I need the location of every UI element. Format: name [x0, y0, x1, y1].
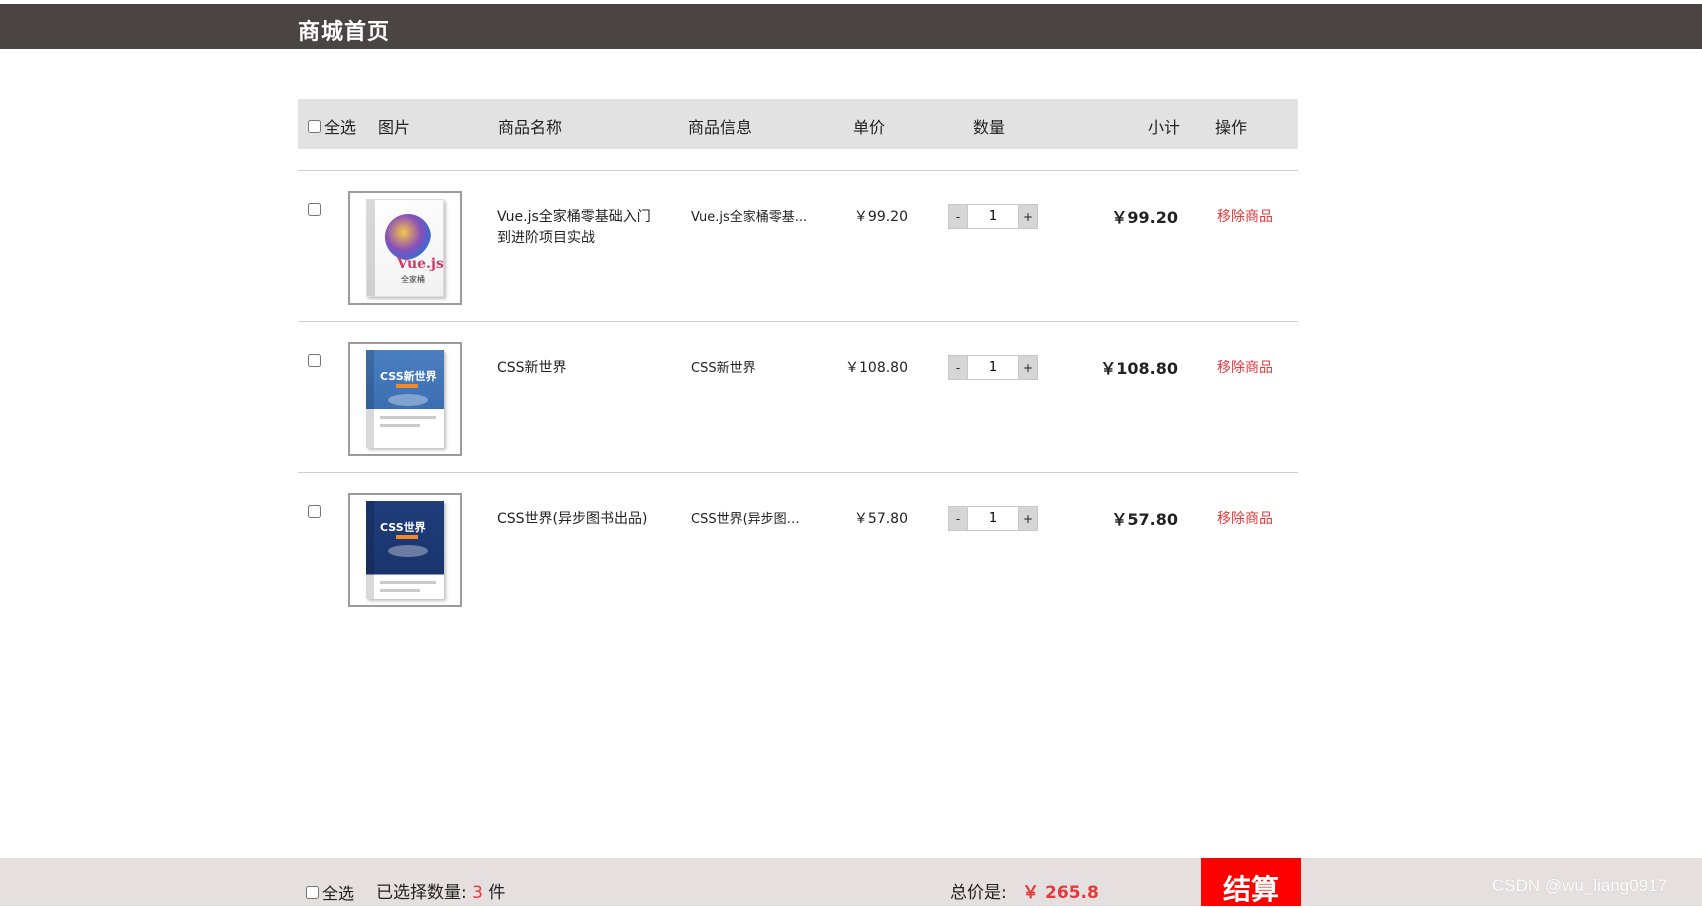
cover-title: Vue.js	[397, 256, 444, 272]
column-header-name: 商品名称	[498, 118, 563, 137]
decrease-button[interactable]: -	[948, 204, 968, 229]
row-checkbox-cell[interactable]	[308, 505, 321, 522]
footer-select-all[interactable]: 全选	[306, 880, 354, 904]
footer-select-all-checkbox[interactable]	[306, 885, 319, 899]
product-image: Vue.js 全家桶	[348, 191, 462, 305]
vue-book-cover-icon: Vue.js 全家桶	[366, 199, 444, 297]
product-info: CSS新世界	[691, 361, 756, 376]
row-checkbox[interactable]	[308, 203, 321, 216]
css-world-book-cover-icon: CSS世界	[366, 501, 444, 599]
quantity-input[interactable]	[968, 204, 1018, 229]
row-checkbox-cell[interactable]	[308, 203, 321, 220]
watermark: CSDN @wu_liang0917	[1492, 876, 1668, 895]
increase-button[interactable]: +	[1018, 355, 1038, 380]
subtotal: ￥99.20	[1111, 208, 1178, 227]
selected-count-value: 3	[472, 883, 483, 903]
product-image: CSS世界	[348, 493, 462, 607]
total-price: 总价是: ￥ 265.8	[950, 878, 1099, 903]
table-row: CSS新世界 CSS新世界 CSS新世界 ￥108.80 - + ￥108.80…	[298, 321, 1298, 472]
selected-count-label: 已选择数量:	[376, 883, 467, 903]
css-new-world-book-cover-icon: CSS新世界	[366, 350, 444, 448]
quantity-stepper: - +	[948, 204, 1038, 229]
quantity-stepper: - +	[948, 506, 1038, 531]
column-header-operation: 操作	[1215, 118, 1248, 137]
header-select-all[interactable]: 全选	[308, 114, 356, 138]
column-header-subtotal: 小计	[1148, 118, 1181, 137]
selected-count-unit: 件	[488, 883, 506, 903]
product-image: CSS新世界	[348, 342, 462, 456]
table-row: CSS世界 CSS世界(异步图书出品) CSS世界(异步图书... ￥57.80…	[298, 472, 1298, 623]
select-all-label: 全选	[324, 118, 357, 137]
product-name: CSS世界(异步图书出品)	[497, 511, 648, 527]
unit-price: ￥57.80	[853, 511, 908, 527]
quantity-input[interactable]	[968, 506, 1018, 531]
total-price-label: 总价是:	[950, 883, 1007, 903]
increase-button[interactable]: +	[1018, 506, 1038, 531]
footer-select-all-label: 全选	[322, 884, 355, 903]
increase-button[interactable]: +	[1018, 204, 1038, 229]
column-header-quantity: 数量	[973, 118, 1006, 137]
remove-item-link[interactable]: 移除商品	[1217, 206, 1273, 226]
row-checkbox[interactable]	[308, 354, 321, 367]
cover-title: CSS世界	[380, 521, 426, 534]
remove-item-link[interactable]: 移除商品	[1217, 357, 1273, 377]
remove-item-link[interactable]: 移除商品	[1217, 508, 1273, 528]
table-row: Vue.js 全家桶 Vue.js全家桶零基础入门到进阶项目实战 Vue.js全…	[298, 170, 1298, 321]
select-all-checkbox[interactable]	[308, 119, 321, 133]
cover-subtitle: 全家桶	[401, 275, 425, 284]
column-header-info: 商品信息	[688, 118, 753, 137]
row-checkbox[interactable]	[308, 505, 321, 518]
quantity-input[interactable]	[968, 355, 1018, 380]
cart-table: 全选 图片 商品名称 商品信息 单价 数量 小计 操作 Vue.js 全家桶 V…	[298, 99, 1298, 623]
product-name: Vue.js全家桶零基础入门到进阶项目实战	[497, 209, 651, 246]
cart-footer: 全选 已选择数量: 3 件 总价是: ￥ 265.8 结算 CSDN @wu_l…	[0, 858, 1702, 906]
cover-title: CSS新世界	[380, 370, 437, 383]
subtotal: ￥108.80	[1100, 359, 1178, 378]
column-header-image: 图片	[378, 118, 411, 137]
decrease-button[interactable]: -	[948, 355, 968, 380]
cart-table-header: 全选 图片 商品名称 商品信息 单价 数量 小计 操作	[298, 99, 1298, 149]
row-checkbox-cell[interactable]	[308, 354, 321, 371]
subtotal: ￥57.80	[1111, 510, 1178, 529]
product-name: CSS新世界	[497, 360, 567, 376]
decrease-button[interactable]: -	[948, 506, 968, 531]
product-info: CSS世界(异步图书...	[691, 512, 811, 527]
top-navbar: 商城首页	[0, 4, 1702, 49]
column-header-price: 单价	[853, 118, 886, 137]
total-price-amount: ￥ 265.8	[1022, 883, 1099, 903]
page-title: 商城首页	[298, 20, 391, 45]
selected-count: 已选择数量: 3 件	[376, 878, 505, 903]
unit-price: ￥99.20	[853, 209, 908, 225]
quantity-stepper: - +	[948, 355, 1038, 380]
checkout-button[interactable]: 结算	[1201, 858, 1301, 906]
unit-price: ￥108.80	[845, 360, 908, 376]
product-info: Vue.js全家桶零基...	[691, 210, 808, 225]
